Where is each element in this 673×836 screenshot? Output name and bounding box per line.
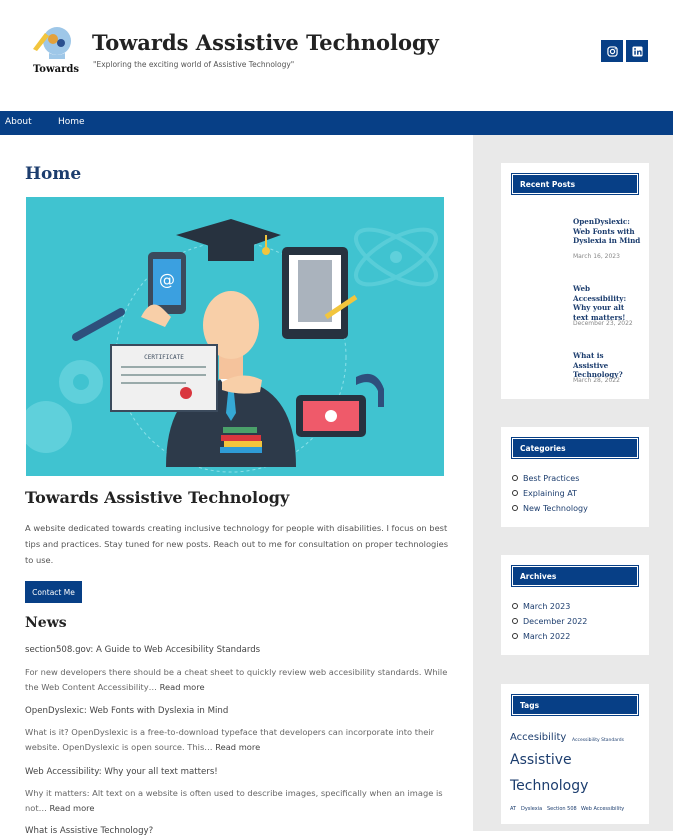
read-more-link[interactable]: Read more <box>215 742 260 752</box>
site-tagline: "Exploring the exciting world of Assisti… <box>93 60 295 69</box>
graduate-illustration: @ CERTIFICATE <box>26 219 438 473</box>
tag-link[interactable]: Accessibility Standards <box>572 738 624 743</box>
news-item-excerpt: Why it matters: Alt text on a website is… <box>25 788 443 813</box>
tag-link[interactable]: Web Accessibility <box>581 806 624 812</box>
tag-link[interactable]: AT <box>510 806 516 812</box>
page-title: Home <box>25 164 82 184</box>
tag-link[interactable]: Dyslexia <box>521 806 542 812</box>
recent-post-date: December 23, 2022 <box>573 320 633 327</box>
contact-me-button[interactable]: Contact Me <box>25 581 82 603</box>
recent-posts-widget: Recent Posts OpenDyslexic: Web Fonts wit… <box>501 163 649 399</box>
tags-widget: Tags Accesibility Accessibility Standard… <box>501 684 649 824</box>
site-title[interactable]: Towards Assistive Technology <box>92 30 439 55</box>
svg-text:@: @ <box>159 270 175 289</box>
widget-title: Tags <box>511 694 639 716</box>
news-item-excerpt: What is it? OpenDyslexic is a free-to-do… <box>25 727 435 752</box>
read-more-link[interactable]: Read more <box>160 682 205 692</box>
news-item-title[interactable]: OpenDyslexic: Web Fonts with Dyslexia in… <box>25 706 228 716</box>
categories-widget: Categories Best Practices Explaining AT … <box>501 427 649 527</box>
news-item-excerpt: For new developers there should be a che… <box>25 667 448 692</box>
recent-post-title[interactable]: What is Assistive Technology? <box>573 351 641 380</box>
hero-image: @ CERTIFICATE <box>26 197 444 476</box>
tag-link[interactable]: Technology <box>510 778 588 794</box>
section-title: Towards Assistive Technology <box>25 488 290 507</box>
news-item-title[interactable]: Web Accessibility: Why your all text mat… <box>25 767 218 777</box>
news-heading: News <box>25 615 67 631</box>
tag-link[interactable]: Section 508 <box>547 806 577 812</box>
archive-item[interactable]: December 2022 <box>512 617 587 626</box>
news-item-title[interactable]: section508.gov: A Guide to Web Accesibil… <box>25 645 260 655</box>
nav-item-home[interactable]: Home <box>58 117 85 127</box>
category-item[interactable]: New Technology <box>512 504 588 513</box>
recent-post-date: March 28, 2022 <box>573 377 620 384</box>
category-item[interactable]: Explaining AT <box>512 489 577 498</box>
recent-post-date: March 16, 2023 <box>573 253 620 260</box>
main-navigation: About Home <box>0 111 673 135</box>
recent-post-title[interactable]: Web Accessibility: Why your alt text mat… <box>573 284 641 322</box>
archive-item[interactable]: March 2023 <box>512 602 570 611</box>
logo-text: Towards <box>33 64 79 75</box>
recent-post-title[interactable]: OpenDyslexic: Web Fonts with Dyslexia in… <box>573 217 641 246</box>
archives-widget: Archives March 2023 December 2022 March … <box>501 555 649 655</box>
read-more-link[interactable]: Read more <box>50 803 95 813</box>
archive-item[interactable]: March 2022 <box>512 632 570 641</box>
news-item-title[interactable]: What is Assistive Technology? <box>25 826 153 836</box>
category-item[interactable]: Best Practices <box>512 474 579 483</box>
tag-link[interactable]: Accesibility <box>510 732 566 743</box>
widget-title: Archives <box>511 565 639 587</box>
widget-title: Recent Posts <box>511 173 639 195</box>
tag-link[interactable]: Assistive <box>510 752 572 768</box>
instagram-icon[interactable] <box>601 40 623 62</box>
certificate-label: CERTIFICATE <box>144 354 184 361</box>
intro-paragraph: A website dedicated towards creating inc… <box>25 523 449 565</box>
site-header: Towards Towards Assistive Technology "Ex… <box>0 0 673 111</box>
linkedin-icon[interactable] <box>626 40 648 62</box>
widget-title: Categories <box>511 437 639 459</box>
nav-item-about[interactable]: About <box>5 117 32 127</box>
